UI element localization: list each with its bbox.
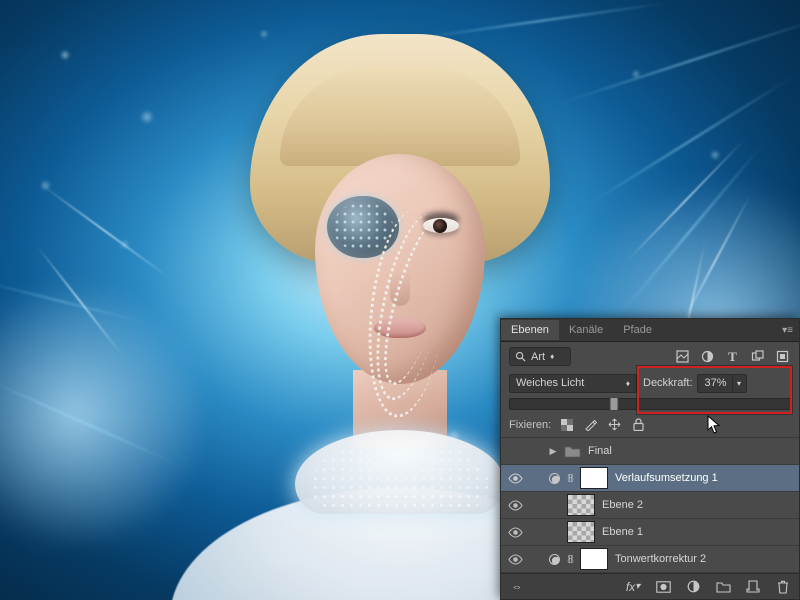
- layer-thumb[interactable]: [567, 521, 595, 543]
- filter-shape-icon[interactable]: [749, 348, 766, 365]
- visibility-toggle[interactable]: [505, 473, 525, 484]
- filter-pixel-icon[interactable]: [674, 348, 691, 365]
- delete-layer-icon[interactable]: [775, 579, 791, 595]
- panel-bottom-bar: ⇔ fx▾: [501, 573, 799, 599]
- layer-name[interactable]: Final: [585, 445, 612, 457]
- opacity-slider-thumb[interactable]: [609, 397, 618, 411]
- mask-link-icon[interactable]: 𝟠: [565, 553, 576, 566]
- tab-layers[interactable]: Ebenen: [501, 320, 559, 340]
- folder-icon: [563, 444, 581, 458]
- lock-row: Fixieren:: [501, 412, 799, 438]
- layers-panel: Ebenen Kanäle Pfade ▾≡ Art ♦ T Weiches L…: [500, 318, 800, 600]
- layer-mask-thumb[interactable]: [580, 548, 608, 570]
- search-icon: [515, 351, 526, 362]
- adjustment-icon: [547, 554, 561, 565]
- layer-name[interactable]: Ebene 2: [599, 499, 643, 511]
- filter-label: Art: [531, 351, 545, 363]
- layer-name[interactable]: Verlaufsumsetzung 1: [612, 472, 718, 484]
- rhinestone-eyepatch: [327, 196, 399, 258]
- bokeh: [140, 110, 154, 124]
- filter-type-icon[interactable]: T: [724, 348, 741, 365]
- layer-row-adjustment[interactable]: 𝟠 Tonwertkorrektur 2: [501, 546, 799, 573]
- layer-mask-thumb[interactable]: [580, 467, 608, 489]
- new-layer-icon[interactable]: [745, 579, 761, 595]
- lock-transparency-icon[interactable]: [559, 417, 574, 432]
- opacity-label: Deckkraft:: [643, 377, 693, 389]
- filter-row: Art ♦ T: [501, 342, 799, 371]
- lace-collar: [295, 430, 505, 514]
- face: [315, 154, 485, 384]
- adjustment-icon: [547, 473, 561, 484]
- visibility-toggle[interactable]: [505, 527, 525, 538]
- layer-name[interactable]: Ebene 1: [599, 526, 643, 538]
- layer-list: ▶ Final 𝟠 Verlaufsumsetzung 1 Ebene 2 Eb…: [501, 438, 799, 573]
- opacity-slider[interactable]: [509, 398, 791, 410]
- new-adjustment-icon[interactable]: [685, 579, 701, 595]
- layer-fx-icon[interactable]: fx▾: [625, 579, 641, 595]
- blend-mode-select[interactable]: Weiches Licht ♦: [509, 374, 637, 393]
- lips: [374, 318, 426, 338]
- bokeh: [710, 150, 720, 160]
- link-layers-icon[interactable]: ⇔: [509, 579, 525, 595]
- glow-left: [0, 260, 200, 570]
- lock-pixels-icon[interactable]: [583, 417, 598, 432]
- layer-row-adjustment[interactable]: 𝟠 Verlaufsumsetzung 1: [501, 465, 799, 492]
- mask-link-icon[interactable]: 𝟠: [565, 472, 576, 485]
- bokeh: [632, 70, 640, 78]
- visibility-toggle[interactable]: [505, 554, 525, 565]
- opacity-field[interactable]: 37% ▾: [697, 374, 747, 393]
- bokeh: [60, 50, 70, 60]
- layer-row-raster[interactable]: Ebene 2: [501, 492, 799, 519]
- opacity-slider-row: [501, 395, 799, 412]
- visibility-toggle[interactable]: [505, 500, 525, 511]
- blend-opacity-row: Weiches Licht ♦ Deckkraft: 37% ▾: [501, 371, 799, 395]
- filter-adjustment-icon[interactable]: [699, 348, 716, 365]
- opacity-value[interactable]: 37%: [698, 377, 732, 389]
- filter-smartobject-icon[interactable]: [774, 348, 791, 365]
- panel-tabs: Ebenen Kanäle Pfade ▾≡: [501, 319, 799, 342]
- eye-right: [423, 218, 459, 233]
- nose: [390, 272, 410, 306]
- layer-filter-select[interactable]: Art ♦: [509, 347, 571, 366]
- expand-arrow-icon[interactable]: ▶: [547, 446, 559, 457]
- tab-channels[interactable]: Kanäle: [559, 320, 613, 340]
- filter-icon-bar: T: [674, 348, 791, 365]
- opacity-dropdown-icon[interactable]: ▾: [732, 375, 746, 392]
- layer-thumb[interactable]: [567, 494, 595, 516]
- add-mask-icon[interactable]: [655, 579, 671, 595]
- panel-menu-icon[interactable]: ▾≡: [776, 325, 799, 336]
- layer-row-group[interactable]: ▶ Final: [501, 438, 799, 465]
- layer-row-raster[interactable]: Ebene 1: [501, 519, 799, 546]
- tab-paths[interactable]: Pfade: [613, 320, 662, 340]
- lock-position-icon[interactable]: [607, 417, 622, 432]
- lock-all-icon[interactable]: [631, 417, 646, 432]
- layer-name[interactable]: Tonwertkorrektur 2: [612, 553, 706, 565]
- lock-label: Fixieren:: [509, 419, 551, 431]
- blend-mode-value: Weiches Licht: [516, 377, 584, 389]
- new-group-icon[interactable]: [715, 579, 731, 595]
